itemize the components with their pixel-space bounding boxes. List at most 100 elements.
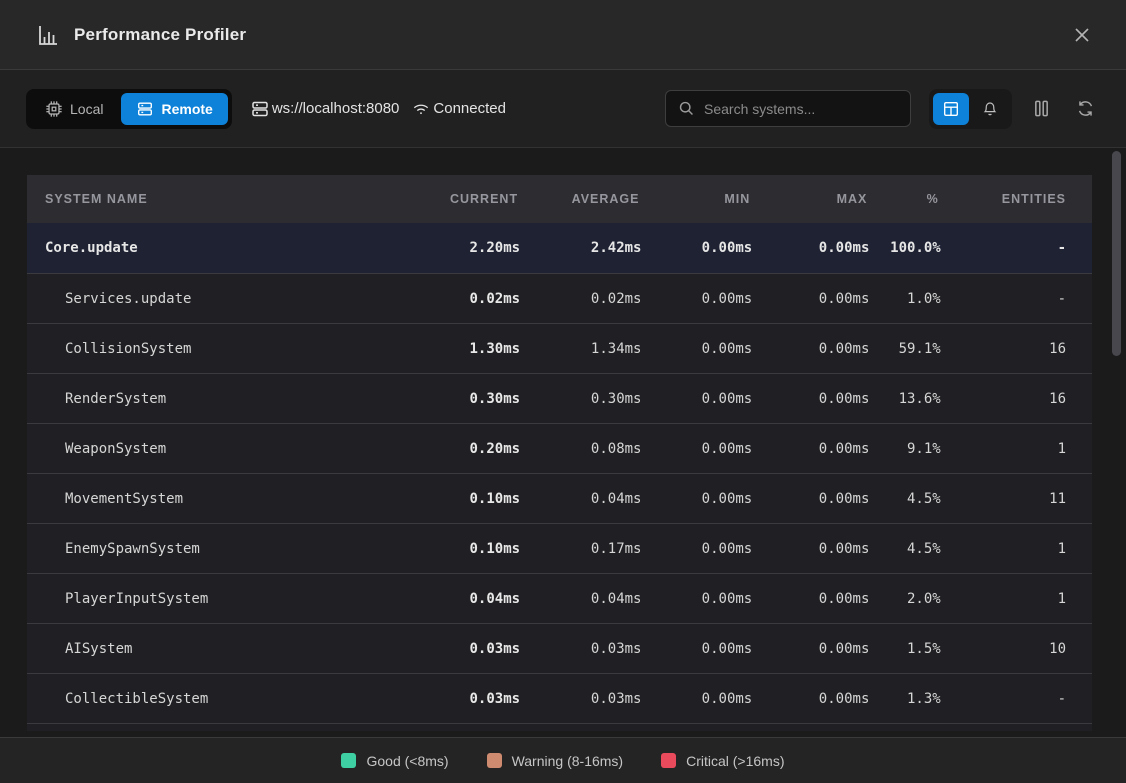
- cell-min: 0.00ms: [641, 641, 752, 657]
- cell-entities: 1: [941, 591, 1092, 607]
- table-row[interactable]: WeaponSystem0.20ms0.08ms0.00ms0.00ms9.1%…: [27, 423, 1092, 473]
- cell-percent: 1.0%: [869, 291, 940, 307]
- alerts-button[interactable]: [972, 93, 1008, 125]
- table-body: Core.update2.20ms2.42ms0.00ms0.00ms100.0…: [27, 223, 1092, 723]
- cell-average: 0.17ms: [520, 541, 641, 557]
- cell-name: EnemySpawnSystem: [27, 541, 410, 557]
- cell-percent: 1.5%: [869, 641, 940, 657]
- cell-min: 0.00ms: [641, 591, 752, 607]
- cell-average: 1.34ms: [520, 341, 641, 357]
- cell-max: 0.00ms: [752, 641, 869, 657]
- close-icon[interactable]: [1068, 21, 1096, 49]
- cell-max: 0.00ms: [752, 491, 869, 507]
- ws-url-label: ws://localhost:8080: [272, 100, 400, 117]
- cell-max: 0.00ms: [752, 441, 869, 457]
- cell-entities: 11: [941, 491, 1092, 507]
- cpu-icon: [45, 100, 63, 118]
- legend-swatch-icon: [661, 753, 676, 768]
- table-row[interactable]: CollectibleSystem0.03ms0.03ms0.00ms0.00m…: [27, 673, 1092, 723]
- cell-max: 0.00ms: [752, 341, 869, 357]
- table-row[interactable]: Services.update0.02ms0.02ms0.00ms0.00ms1…: [27, 273, 1092, 323]
- cell-average: 0.08ms: [520, 441, 641, 457]
- table-header-row: SYSTEM NAMECURRENTAVERAGEMINMAX%ENTITIES: [27, 175, 1092, 223]
- legend-label: Good (<8ms): [366, 753, 448, 769]
- cell-current: 0.10ms: [410, 541, 520, 557]
- view-toggle-group: [929, 89, 1012, 129]
- column-header-name[interactable]: SYSTEM NAME: [27, 192, 410, 206]
- cell-percent: 2.0%: [869, 591, 940, 607]
- cell-current: 0.02ms: [410, 291, 520, 307]
- server-icon: [136, 100, 154, 118]
- cell-percent: 59.1%: [869, 341, 940, 357]
- cell-entities: 16: [941, 341, 1092, 357]
- vertical-scrollbar[interactable]: [1112, 151, 1121, 356]
- cell-name: CollectibleSystem: [27, 691, 410, 707]
- window-header: Performance Profiler: [0, 0, 1126, 70]
- table-row[interactable]: MovementSystem0.10ms0.04ms0.00ms0.00ms4.…: [27, 473, 1092, 523]
- table-row-partial: [27, 723, 1092, 731]
- cell-entities: 1: [941, 441, 1092, 457]
- table-row[interactable]: CollisionSystem1.30ms1.34ms0.00ms0.00ms5…: [27, 323, 1092, 373]
- pause-button[interactable]: [1026, 93, 1056, 125]
- refresh-icon: [1076, 99, 1095, 118]
- table-row[interactable]: AISystem0.03ms0.03ms0.00ms0.00ms1.5%10: [27, 623, 1092, 673]
- legend-item: Warning (8-16ms): [487, 753, 624, 769]
- connection-url: ws://localhost:8080: [250, 99, 400, 119]
- cell-average: 0.30ms: [520, 391, 641, 407]
- cell-percent: 4.5%: [869, 491, 940, 507]
- column-header-average[interactable]: AVERAGE: [520, 192, 641, 206]
- search-input[interactable]: [704, 101, 898, 117]
- bar-chart-icon: [36, 23, 60, 47]
- remote-mode-button[interactable]: Remote: [121, 93, 227, 125]
- column-header-max[interactable]: MAX: [752, 192, 869, 206]
- search-icon: [678, 100, 695, 117]
- cell-current: 0.10ms: [410, 491, 520, 507]
- local-mode-label: Local: [70, 101, 103, 117]
- remote-mode-label: Remote: [161, 101, 212, 117]
- cell-name: MovementSystem: [27, 491, 410, 507]
- cell-percent: 13.6%: [869, 391, 940, 407]
- cell-current: 0.04ms: [410, 591, 520, 607]
- column-header-current[interactable]: CURRENT: [410, 192, 520, 206]
- cell-entities: 10: [941, 641, 1092, 657]
- table-row[interactable]: Core.update2.20ms2.42ms0.00ms0.00ms100.0…: [27, 223, 1092, 273]
- cell-min: 0.00ms: [641, 291, 752, 307]
- cell-min: 0.00ms: [641, 341, 752, 357]
- pause-icon: [1033, 99, 1050, 118]
- column-header-min[interactable]: MIN: [641, 192, 752, 206]
- cell-current: 0.20ms: [410, 441, 520, 457]
- cell-entities: 1: [941, 541, 1092, 557]
- cell-max: 0.00ms: [752, 591, 869, 607]
- legend-swatch-icon: [341, 753, 356, 768]
- table-view-button[interactable]: [933, 93, 969, 125]
- cell-min: 0.00ms: [641, 240, 752, 256]
- column-header-percent[interactable]: %: [869, 192, 940, 206]
- cell-min: 0.00ms: [641, 491, 752, 507]
- cell-average: 0.04ms: [520, 491, 641, 507]
- cell-average: 0.03ms: [520, 691, 641, 707]
- cell-entities: -: [941, 240, 1092, 256]
- local-mode-button[interactable]: Local: [30, 93, 118, 125]
- cell-name: CollisionSystem: [27, 341, 410, 357]
- cell-name: WeaponSystem: [27, 441, 410, 457]
- cell-entities: 16: [941, 391, 1092, 407]
- cell-average: 2.42ms: [520, 240, 641, 256]
- cell-max: 0.00ms: [752, 541, 869, 557]
- refresh-button[interactable]: [1070, 93, 1100, 125]
- wifi-icon: [411, 99, 431, 119]
- cell-min: 0.00ms: [641, 691, 752, 707]
- cell-max: 0.00ms: [752, 391, 869, 407]
- table-row[interactable]: PlayerInputSystem0.04ms0.04ms0.00ms0.00m…: [27, 573, 1092, 623]
- profiler-table-area: SYSTEM NAMECURRENTAVERAGEMINMAX%ENTITIES…: [0, 148, 1126, 737]
- server-icon: [250, 99, 270, 119]
- legend-label: Critical (>16ms): [686, 753, 784, 769]
- cell-current: 0.30ms: [410, 391, 520, 407]
- table-row[interactable]: EnemySpawnSystem0.10ms0.17ms0.00ms0.00ms…: [27, 523, 1092, 573]
- legend-swatch-icon: [487, 753, 502, 768]
- column-header-entities[interactable]: ENTITIES: [941, 192, 1092, 206]
- table-row[interactable]: RenderSystem0.30ms0.30ms0.00ms0.00ms13.6…: [27, 373, 1092, 423]
- cell-min: 0.00ms: [641, 541, 752, 557]
- cell-name: Core.update: [27, 240, 410, 256]
- bell-icon: [981, 100, 999, 118]
- cell-max: 0.00ms: [752, 291, 869, 307]
